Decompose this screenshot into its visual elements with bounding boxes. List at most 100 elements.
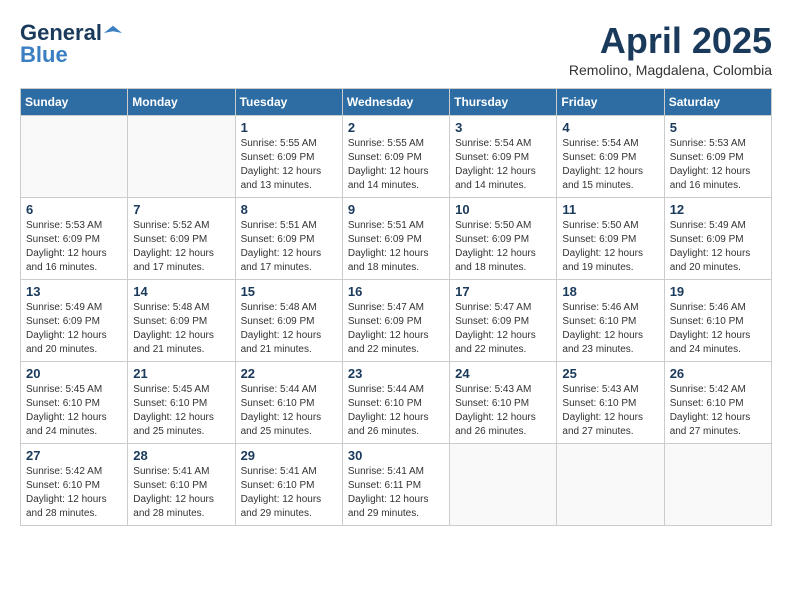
calendar-cell: 9 Sunrise: 5:51 AM Sunset: 6:09 PM Daylig… <box>342 198 449 280</box>
calendar-cell: 15Sunrise: 5:48 AM Sunset: 6:09 PM Dayli… <box>235 280 342 362</box>
day-number: 4 <box>562 120 658 135</box>
day-number: 9 <box>348 202 444 217</box>
day-number: 18 <box>562 284 658 299</box>
calendar-week-row: 20Sunrise: 5:45 AM Sunset: 6:10 PM Dayli… <box>21 362 772 444</box>
logo-blue: Blue <box>20 42 68 68</box>
calendar-cell: 16 Sunrise: 5:47 AM Sunset: 6:09 PM Dayli… <box>342 280 449 362</box>
calendar-cell: 8Sunrise: 5:51 AM Sunset: 6:09 PM Daylig… <box>235 198 342 280</box>
day-info: Sunrise: 5:45 AM Sunset: 6:10 PM Dayligh… <box>133 383 229 439</box>
day-info: Sunrise: 5:41 AM Sunset: 6:11 PM Dayligh… <box>348 465 444 521</box>
calendar-cell: 27 Sunrise: 5:42 AM Sunset: 6:10 PM Dayli… <box>21 444 128 526</box>
day-info: Sunrise: 5:48 AM Sunset: 6:09 PM Dayligh… <box>133 301 229 357</box>
day-info: Sunrise: 5:44 AM Sunset: 6:10 PM Dayligh… <box>348 383 444 439</box>
day-number: 25 <box>562 366 658 381</box>
day-info: Sunrise: 5:43 AM Sunset: 6:10 PM Dayligh… <box>455 383 551 439</box>
day-number: 12 <box>670 202 766 217</box>
weekday-header-thursday: Thursday <box>450 89 557 116</box>
logo-bird-icon <box>104 24 122 42</box>
calendar-week-row: 6 Sunrise: 5:53 AM Sunset: 6:09 PM Daylig… <box>21 198 772 280</box>
calendar-cell <box>664 444 771 526</box>
calendar-cell: 22 Sunrise: 5:44 AM Sunset: 6:10 PM Dayli… <box>235 362 342 444</box>
day-number: 5 <box>670 120 766 135</box>
day-number: 10 <box>455 202 551 217</box>
month-title: April 2025 <box>569 20 772 62</box>
logo: General Blue <box>20 20 122 68</box>
calendar-cell: 18Sunrise: 5:46 AM Sunset: 6:10 PM Dayli… <box>557 280 664 362</box>
calendar-week-row: 13 Sunrise: 5:49 AM Sunset: 6:09 PM Dayli… <box>21 280 772 362</box>
day-number: 26 <box>670 366 766 381</box>
day-info: Sunrise: 5:49 AM Sunset: 6:09 PM Dayligh… <box>670 219 766 275</box>
weekday-header-wednesday: Wednesday <box>342 89 449 116</box>
day-number: 29 <box>241 448 337 463</box>
day-number: 7 <box>133 202 229 217</box>
day-number: 23 <box>348 366 444 381</box>
calendar-cell: 14 Sunrise: 5:48 AM Sunset: 6:09 PM Dayli… <box>128 280 235 362</box>
day-number: 22 <box>241 366 337 381</box>
day-info: Sunrise: 5:41 AM Sunset: 6:10 PM Dayligh… <box>241 465 337 521</box>
day-info: Sunrise: 5:47 AM Sunset: 6:09 PM Dayligh… <box>455 301 551 357</box>
day-number: 2 <box>348 120 444 135</box>
day-info: Sunrise: 5:51 AM Sunset: 6:09 PM Dayligh… <box>241 219 337 275</box>
calendar-cell: 10 Sunrise: 5:50 AM Sunset: 6:09 PM Dayli… <box>450 198 557 280</box>
day-number: 6 <box>26 202 122 217</box>
day-info: Sunrise: 5:53 AM Sunset: 6:09 PM Dayligh… <box>26 219 122 275</box>
day-info: Sunrise: 5:49 AM Sunset: 6:09 PM Dayligh… <box>26 301 122 357</box>
calendar-cell: 7Sunrise: 5:52 AM Sunset: 6:09 PM Daylig… <box>128 198 235 280</box>
calendar-cell: 24 Sunrise: 5:43 AM Sunset: 6:10 PM Dayli… <box>450 362 557 444</box>
day-info: Sunrise: 5:44 AM Sunset: 6:10 PM Dayligh… <box>241 383 337 439</box>
calendar-cell <box>450 444 557 526</box>
location: Remolino, Magdalena, Colombia <box>569 62 772 78</box>
day-number: 17 <box>455 284 551 299</box>
calendar-cell <box>21 116 128 198</box>
calendar-cell: 2 Sunrise: 5:55 AM Sunset: 6:09 PM Daylig… <box>342 116 449 198</box>
calendar-cell: 20Sunrise: 5:45 AM Sunset: 6:10 PM Dayli… <box>21 362 128 444</box>
day-info: Sunrise: 5:47 AM Sunset: 6:09 PM Dayligh… <box>348 301 444 357</box>
day-info: Sunrise: 5:53 AM Sunset: 6:09 PM Dayligh… <box>670 137 766 193</box>
calendar-cell <box>128 116 235 198</box>
day-number: 19 <box>670 284 766 299</box>
day-number: 3 <box>455 120 551 135</box>
day-info: Sunrise: 5:50 AM Sunset: 6:09 PM Dayligh… <box>455 219 551 275</box>
day-number: 30 <box>348 448 444 463</box>
day-number: 11 <box>562 202 658 217</box>
day-info: Sunrise: 5:42 AM Sunset: 6:10 PM Dayligh… <box>26 465 122 521</box>
calendar-cell: 1Sunrise: 5:55 AM Sunset: 6:09 PM Daylig… <box>235 116 342 198</box>
weekday-header-sunday: Sunday <box>21 89 128 116</box>
day-info: Sunrise: 5:43 AM Sunset: 6:10 PM Dayligh… <box>562 383 658 439</box>
weekday-header-row: SundayMondayTuesdayWednesdayThursdayFrid… <box>21 89 772 116</box>
day-info: Sunrise: 5:55 AM Sunset: 6:09 PM Dayligh… <box>241 137 337 193</box>
day-number: 21 <box>133 366 229 381</box>
weekday-header-tuesday: Tuesday <box>235 89 342 116</box>
calendar-cell: 4 Sunrise: 5:54 AM Sunset: 6:09 PM Daylig… <box>557 116 664 198</box>
day-info: Sunrise: 5:50 AM Sunset: 6:09 PM Dayligh… <box>562 219 658 275</box>
calendar-cell <box>557 444 664 526</box>
day-number: 13 <box>26 284 122 299</box>
day-number: 16 <box>348 284 444 299</box>
day-info: Sunrise: 5:41 AM Sunset: 6:10 PM Dayligh… <box>133 465 229 521</box>
calendar-cell: 29 Sunrise: 5:41 AM Sunset: 6:10 PM Dayli… <box>235 444 342 526</box>
calendar-week-row: 27 Sunrise: 5:42 AM Sunset: 6:10 PM Dayli… <box>21 444 772 526</box>
calendar-cell: 30 Sunrise: 5:41 AM Sunset: 6:11 PM Dayli… <box>342 444 449 526</box>
calendar-cell: 19 Sunrise: 5:46 AM Sunset: 6:10 PM Dayli… <box>664 280 771 362</box>
day-number: 24 <box>455 366 551 381</box>
calendar-cell: 6 Sunrise: 5:53 AM Sunset: 6:09 PM Daylig… <box>21 198 128 280</box>
calendar-cell: 13 Sunrise: 5:49 AM Sunset: 6:09 PM Dayli… <box>21 280 128 362</box>
day-info: Sunrise: 5:48 AM Sunset: 6:09 PM Dayligh… <box>241 301 337 357</box>
calendar-cell: 23 Sunrise: 5:44 AM Sunset: 6:10 PM Dayli… <box>342 362 449 444</box>
day-info: Sunrise: 5:51 AM Sunset: 6:09 PM Dayligh… <box>348 219 444 275</box>
day-info: Sunrise: 5:54 AM Sunset: 6:09 PM Dayligh… <box>562 137 658 193</box>
calendar-cell: 21 Sunrise: 5:45 AM Sunset: 6:10 PM Dayli… <box>128 362 235 444</box>
day-info: Sunrise: 5:46 AM Sunset: 6:10 PM Dayligh… <box>670 301 766 357</box>
calendar-cell: 28 Sunrise: 5:41 AM Sunset: 6:10 PM Dayli… <box>128 444 235 526</box>
title-section: April 2025 Remolino, Magdalena, Colombia <box>569 20 772 78</box>
calendar-cell: 12 Sunrise: 5:49 AM Sunset: 6:09 PM Dayli… <box>664 198 771 280</box>
weekday-header-saturday: Saturday <box>664 89 771 116</box>
calendar-cell: 17 Sunrise: 5:47 AM Sunset: 6:09 PM Dayli… <box>450 280 557 362</box>
day-info: Sunrise: 5:55 AM Sunset: 6:09 PM Dayligh… <box>348 137 444 193</box>
calendar-cell: 25 Sunrise: 5:43 AM Sunset: 6:10 PM Dayli… <box>557 362 664 444</box>
day-number: 28 <box>133 448 229 463</box>
day-number: 27 <box>26 448 122 463</box>
day-info: Sunrise: 5:54 AM Sunset: 6:09 PM Dayligh… <box>455 137 551 193</box>
day-number: 14 <box>133 284 229 299</box>
calendar-cell: 26Sunrise: 5:42 AM Sunset: 6:10 PM Dayli… <box>664 362 771 444</box>
